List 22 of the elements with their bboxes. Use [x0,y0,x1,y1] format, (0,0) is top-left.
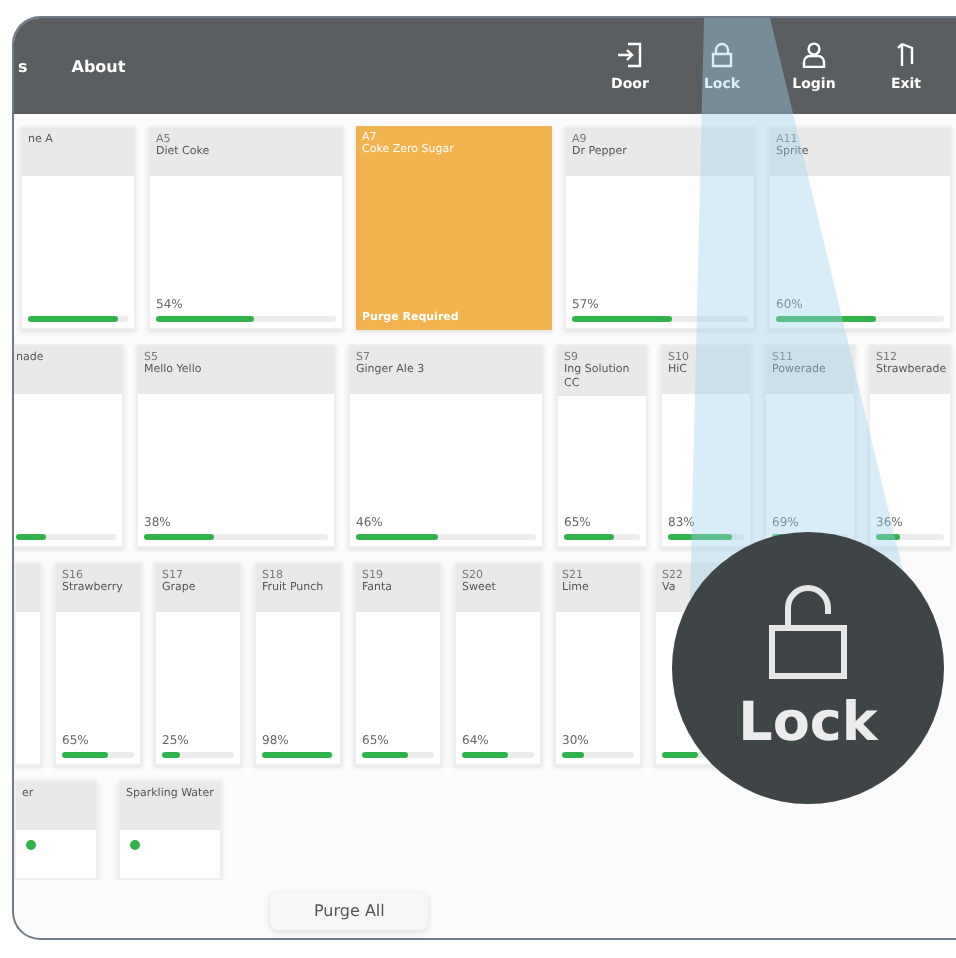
status-dot [26,840,36,850]
level-bar [562,752,634,758]
level-bar [28,316,128,322]
status-dot [130,840,140,850]
door-icon [616,41,644,67]
drink-tile[interactable] [14,562,42,766]
level-bar [62,752,134,758]
user-icon [802,41,826,67]
level-bar [262,752,334,758]
nav-tab[interactable]: s [18,57,28,75]
purge-all-button[interactable]: Purge All [270,892,429,930]
exit-icon [896,41,916,67]
level-bar [876,534,944,540]
lock-icon [710,41,734,67]
level-bar [564,534,640,540]
level-bar [16,534,116,540]
tile-header [16,564,40,612]
level-bar [362,752,434,758]
lock-label: Lock [738,691,878,753]
level-bar [462,752,534,758]
level-bar [668,534,744,540]
nav-tab[interactable]: About [71,57,126,75]
